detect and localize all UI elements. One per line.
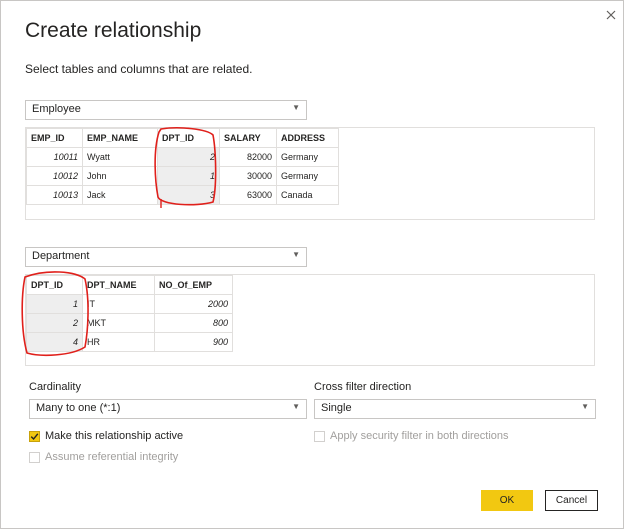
table-row: 2 MKT 800: [26, 313, 233, 333]
cross-filter-value: Single: [321, 402, 352, 414]
table-cell: 30000: [219, 166, 277, 186]
table-cell: 800: [154, 313, 233, 333]
column-header-selected[interactable]: DPT_ID: [157, 128, 220, 148]
cross-filter-dropdown[interactable]: Single ▼: [314, 399, 596, 419]
checkbox-icon[interactable]: [29, 451, 40, 463]
table-cell: HR: [82, 332, 155, 352]
column-header[interactable]: SALARY: [219, 128, 277, 148]
table-cell: John: [82, 166, 158, 186]
active-relationship-checkbox[interactable]: Make this relationship active: [29, 430, 183, 442]
table-row: 10011 Wyatt 2 82000 Germany: [26, 147, 339, 167]
table-cell: 2000: [154, 294, 233, 314]
table-cell: Germany: [276, 147, 339, 167]
table-row: 1 IT 2000: [26, 294, 233, 314]
chevron-down-icon: ▼: [581, 402, 589, 411]
dialog-title: Create relationship: [25, 19, 202, 42]
security-filter-checkbox[interactable]: Apply security filter in both directions: [314, 430, 509, 442]
table-cell: 63000: [219, 185, 277, 205]
checkbox-checked-icon[interactable]: [29, 430, 40, 442]
table-row: 4 HR 900: [26, 332, 233, 352]
chevron-down-icon: ▼: [292, 250, 300, 259]
table-cell: 900: [154, 332, 233, 352]
chevron-down-icon: ▼: [292, 402, 300, 411]
column-header[interactable]: NO_Of_EMP: [154, 275, 233, 295]
column-header[interactable]: EMP_NAME: [82, 128, 158, 148]
table1-dropdown[interactable]: Employee ▼: [25, 100, 307, 120]
close-button[interactable]: [601, 5, 621, 25]
chevron-down-icon: ▼: [292, 103, 300, 112]
column-header[interactable]: DPT_NAME: [82, 275, 155, 295]
cardinality-dropdown[interactable]: Many to one (*:1) ▼: [29, 399, 307, 419]
referential-integrity-label: Assume referential integrity: [45, 451, 179, 463]
column-header-selected[interactable]: DPT_ID: [26, 275, 83, 295]
table-cell: 10011: [26, 147, 83, 167]
cross-filter-label: Cross filter direction: [314, 381, 412, 393]
table-cell: 10012: [26, 166, 83, 186]
table1-preview: EMP_ID EMP_NAME DPT_ID SALARY ADDRESS 10…: [25, 127, 595, 220]
ok-button[interactable]: OK: [481, 490, 533, 511]
close-icon: [606, 10, 616, 20]
table-cell: 2: [157, 147, 220, 167]
table2-dropdown-value: Department: [32, 250, 90, 262]
cardinality-value: Many to one (*:1): [36, 402, 121, 414]
table-cell: Jack: [82, 185, 158, 205]
cancel-button[interactable]: Cancel: [545, 490, 598, 511]
active-relationship-label: Make this relationship active: [45, 430, 184, 442]
column-header[interactable]: EMP_ID: [26, 128, 83, 148]
table-cell: 2: [26, 313, 83, 333]
table-cell: IT: [82, 294, 155, 314]
dialog-subtitle: Select tables and columns that are relat…: [25, 62, 253, 76]
security-filter-label: Apply security filter in both directions: [330, 430, 509, 442]
table-cell: 82000: [219, 147, 277, 167]
table-row: 10012 John 1 30000 Germany: [26, 166, 339, 186]
table-cell: 10013: [26, 185, 83, 205]
table-cell: 1: [26, 294, 83, 314]
table2-header-row: DPT_ID DPT_NAME NO_Of_EMP: [26, 275, 233, 295]
table-cell: 3: [157, 185, 220, 205]
table-cell: 4: [26, 332, 83, 352]
table2-preview: DPT_ID DPT_NAME NO_Of_EMP 1 IT 2000 2 MK…: [25, 274, 595, 366]
table2-grid: DPT_ID DPT_NAME NO_Of_EMP 1 IT 2000 2 MK…: [26, 275, 233, 352]
table-cell: Germany: [276, 166, 339, 186]
table-cell: MKT: [82, 313, 155, 333]
table2-dropdown[interactable]: Department ▼: [25, 247, 307, 267]
table1-header-row: EMP_ID EMP_NAME DPT_ID SALARY ADDRESS: [26, 128, 339, 148]
checkbox-icon[interactable]: [314, 430, 325, 442]
table1-dropdown-value: Employee: [32, 103, 81, 115]
create-relationship-dialog: Create relationship Select tables and co…: [0, 0, 624, 529]
referential-integrity-checkbox[interactable]: Assume referential integrity: [29, 451, 178, 463]
table-row: 10013 Jack 3 63000 Canada: [26, 185, 339, 205]
table-cell: 1: [157, 166, 220, 186]
table-cell: Wyatt: [82, 147, 158, 167]
table1-grid: EMP_ID EMP_NAME DPT_ID SALARY ADDRESS 10…: [26, 128, 339, 205]
column-header[interactable]: ADDRESS: [276, 128, 339, 148]
table-cell: Canada: [276, 185, 339, 205]
cardinality-label: Cardinality: [29, 381, 81, 393]
